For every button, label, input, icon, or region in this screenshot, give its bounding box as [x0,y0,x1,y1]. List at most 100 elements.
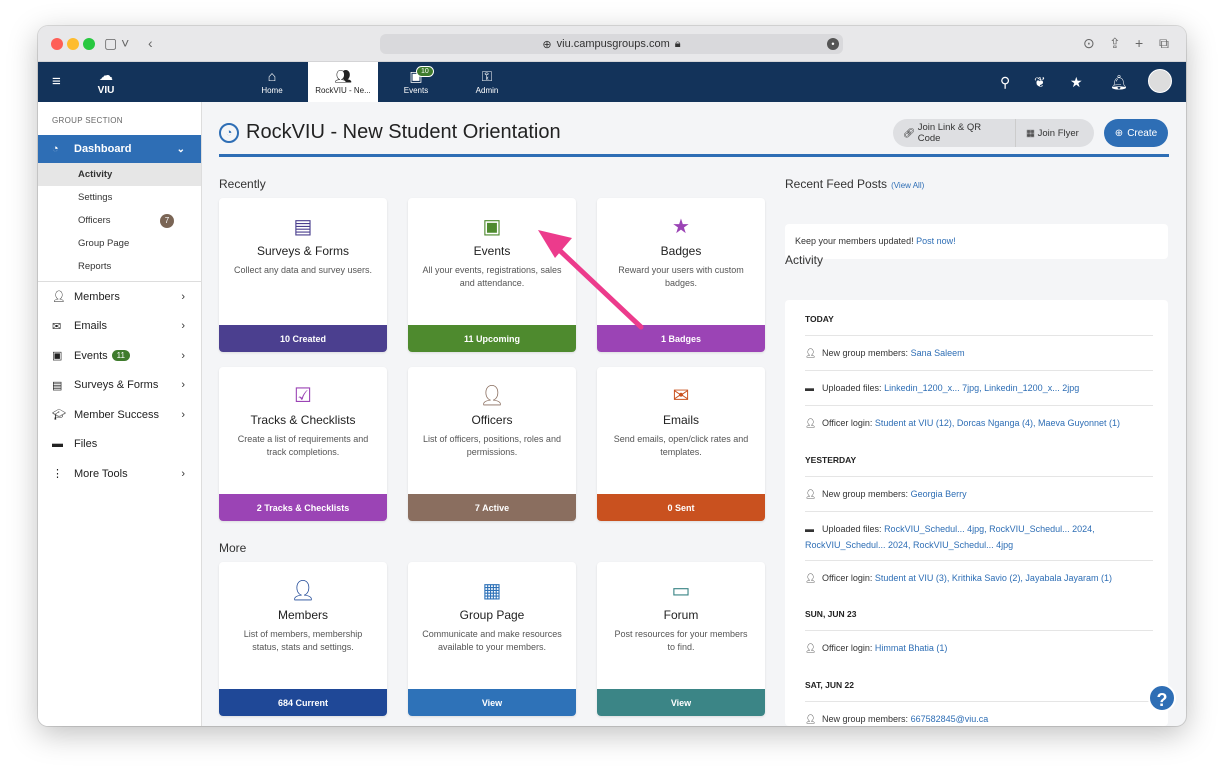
top-navbar: ≡ ☁ VIU ⌂ Home 👥︎ RockVIU - Ne... ▣ 10 E… [38,62,1186,102]
logo[interactable]: ☁ VIU [86,62,126,102]
activity-prefix: New group members: [822,348,909,358]
leaf-icon[interactable]: ❦ [1034,74,1046,91]
activity-links[interactable]: Linkedin_1200_x... 7jpg, Linkedin_1200_x… [884,383,1079,393]
back-icon[interactable]: ‹ [148,35,153,51]
card-forum[interactable]: ▭ Forum Post resources for your members to… [597,562,765,716]
activity-prefix: Officer login: [822,573,873,583]
sidebar-item-emails[interactable]: ✉ Emails › [38,312,201,342]
sidebar-subitem-activity[interactable]: Activity [38,163,201,186]
activity-links[interactable]: Student at VIU (12), Dorcas Nganga (4), … [875,418,1120,428]
activity-prefix: Uploaded files: [822,524,882,534]
sidebar-subitem-group-page[interactable]: Group Page [38,232,201,255]
nav-events[interactable]: ▣ 10 Events [396,62,436,102]
sidebar-item-dashboard[interactable]: ◔ Dashboard ⌄ [38,135,201,163]
card-description: Post resources for your members to find. [614,629,748,652]
activity-row: 👤︎ Officer login: Student at VIU (12), Do… [805,405,1153,431]
browser-window: ▢ ˅ ‹ ⊕ viu.campusgroups.com 🔒︎ • ⊙ ⇪ + … [38,26,1186,726]
activity-prefix: New group members: [822,714,909,724]
card-events[interactable]: ▣ Events All your events, registrations, s… [408,198,576,352]
activity-date-heading: SUN, JUN 23 [805,609,857,619]
sidebar-toggle-icon[interactable]: ▢ ˅ [104,35,129,52]
activity-links[interactable]: Sana Saleem [911,348,965,358]
create-button[interactable]: ⊕ Create [1104,119,1168,147]
hamburger-menu-icon[interactable]: ≡ [52,73,61,90]
chevron-right-icon: › [181,349,185,362]
sidebar-subitem-reports[interactable]: Reports [38,255,201,278]
nav-admin-label: Admin [475,86,499,95]
card-footer-button[interactable]: View [597,689,765,716]
logo-icon: ☁ [99,67,113,83]
sidebar-item-label: Dashboard [74,143,132,155]
activity-prefix: Officer login: [822,418,873,428]
view-all-link[interactable]: (View All) [891,181,924,190]
nav-events-label: Events [403,86,429,95]
card-footer-button[interactable]: 1 Badges [597,325,765,352]
activity-date-heading: SAT, JUN 22 [805,680,854,690]
chevron-right-icon: › [181,320,185,333]
card-footer-button[interactable]: 11 Upcoming [408,325,576,352]
card-members[interactable]: 👤︎ Members List of members, membership sta… [219,562,387,716]
card-description: List of officers, positions, roles and p… [423,434,561,457]
graduation-cap-icon: 🎓︎ [52,409,66,422]
user-avatar[interactable] [1148,69,1172,93]
activity-row: 👤︎ New group members: 667582845@viu.ca [805,701,1153,726]
activity-links[interactable]: Himmat Bhatia (1) [875,643,948,653]
bell-icon[interactable]: 🔔︎ [1110,74,1128,91]
sidebar-subitem-label: Reports [78,261,112,272]
recently-heading: Recently [219,177,266,191]
card-surveys-forms[interactable]: ▤ Surveys & Forms Collect any data and sur… [219,198,387,352]
card-footer-button[interactable]: 0 Sent [597,494,765,521]
address-bar[interactable]: ⊕ viu.campusgroups.com 🔒︎ • [380,34,843,54]
card-footer-button[interactable]: 684 Current [219,689,387,716]
help-button[interactable]: ? [1148,684,1176,712]
calendar-icon: ▣ [52,350,63,363]
card-tracks-checklists[interactable]: ☑ Tracks & Checklists Create a list of req… [219,367,387,521]
star-icon[interactable]: ★ [1070,74,1083,91]
envelope-icon: ✉ [52,320,62,333]
zoom-window-button[interactable] [83,38,95,50]
activity-date-heading: TODAY [805,314,834,324]
chat-icon: ▭ [671,580,691,602]
sidebar-item-members[interactable]: 👤︎ Members › [38,282,201,312]
activity-row: 👤︎ Officer login: Student at VIU (3), Kri… [805,560,1153,586]
card-emails[interactable]: ✉ Emails Send emails, open/click rates and… [597,367,765,521]
sidebar-item-label: More Tools [74,467,128,480]
nav-home[interactable]: ⌂ Home [252,62,292,102]
close-window-button[interactable] [51,38,63,50]
card-footer-button[interactable]: View [408,689,576,716]
sidebar-item-files[interactable]: ▬ Files [38,430,201,460]
join-link-qr-button[interactable]: 🔗︎ Join Link & QR Code [893,119,1016,147]
join-flyer-button[interactable]: ▦ Join Flyer [1016,119,1089,147]
card-footer-button[interactable]: 10 Created [219,325,387,352]
activity-links[interactable]: Student at VIU (3), Krithika Savio (2), … [875,573,1112,583]
activity-links[interactable]: 667582845@viu.ca [911,714,989,724]
card-badges[interactable]: ★ Badges Reward your users with custom bad… [597,198,765,352]
post-now-link[interactable]: Post now! [916,236,956,246]
minimize-window-button[interactable] [67,38,79,50]
sidebar-item-more-tools[interactable]: ⋮ More Tools › [38,459,201,489]
card-title: Events [473,244,511,258]
sidebar-subitem-officers[interactable]: Officers 7 [38,209,201,232]
reader-icon[interactable]: • [827,38,839,50]
search-icon[interactable]: ⚲ [1000,74,1010,91]
sidebar-item-member-success[interactable]: 🎓︎ Member Success › [38,400,201,430]
nav-admin[interactable]: ⚿ Admin [467,62,507,102]
sidebar-item-events[interactable]: ▣ Events 11 › [38,341,201,371]
card-officers[interactable]: 👤︎ Officers List of officers, positions, r… [408,367,576,521]
card-title: Tracks & Checklists [250,413,356,427]
card-footer-button[interactable]: 7 Active [408,494,576,521]
activity-links[interactable]: Georgia Berry [911,489,967,499]
card-footer-button[interactable]: 2 Tracks & Checklists [219,494,387,521]
sidebar-subitem-label: Officers [78,215,111,226]
share-icon[interactable]: ⇪ [1109,35,1121,52]
tab-overview-icon[interactable]: ⧉ [1159,35,1169,52]
sidebar-subitem-settings[interactable]: Settings [38,186,201,209]
card-group-page[interactable]: ▦ Group Page Communicate and make resource… [408,562,576,716]
download-icon[interactable]: ⊙ [1083,35,1095,52]
card-title: Group Page [459,608,525,622]
nav-group[interactable]: 👥︎ RockVIU - Ne... [308,62,378,102]
new-tab-icon[interactable]: + [1135,35,1143,51]
sidebar-item-surveys-forms[interactable]: ▤ Surveys & Forms › [38,371,201,401]
person-icon: 👤︎ [290,580,316,602]
chevron-right-icon: › [181,290,185,303]
